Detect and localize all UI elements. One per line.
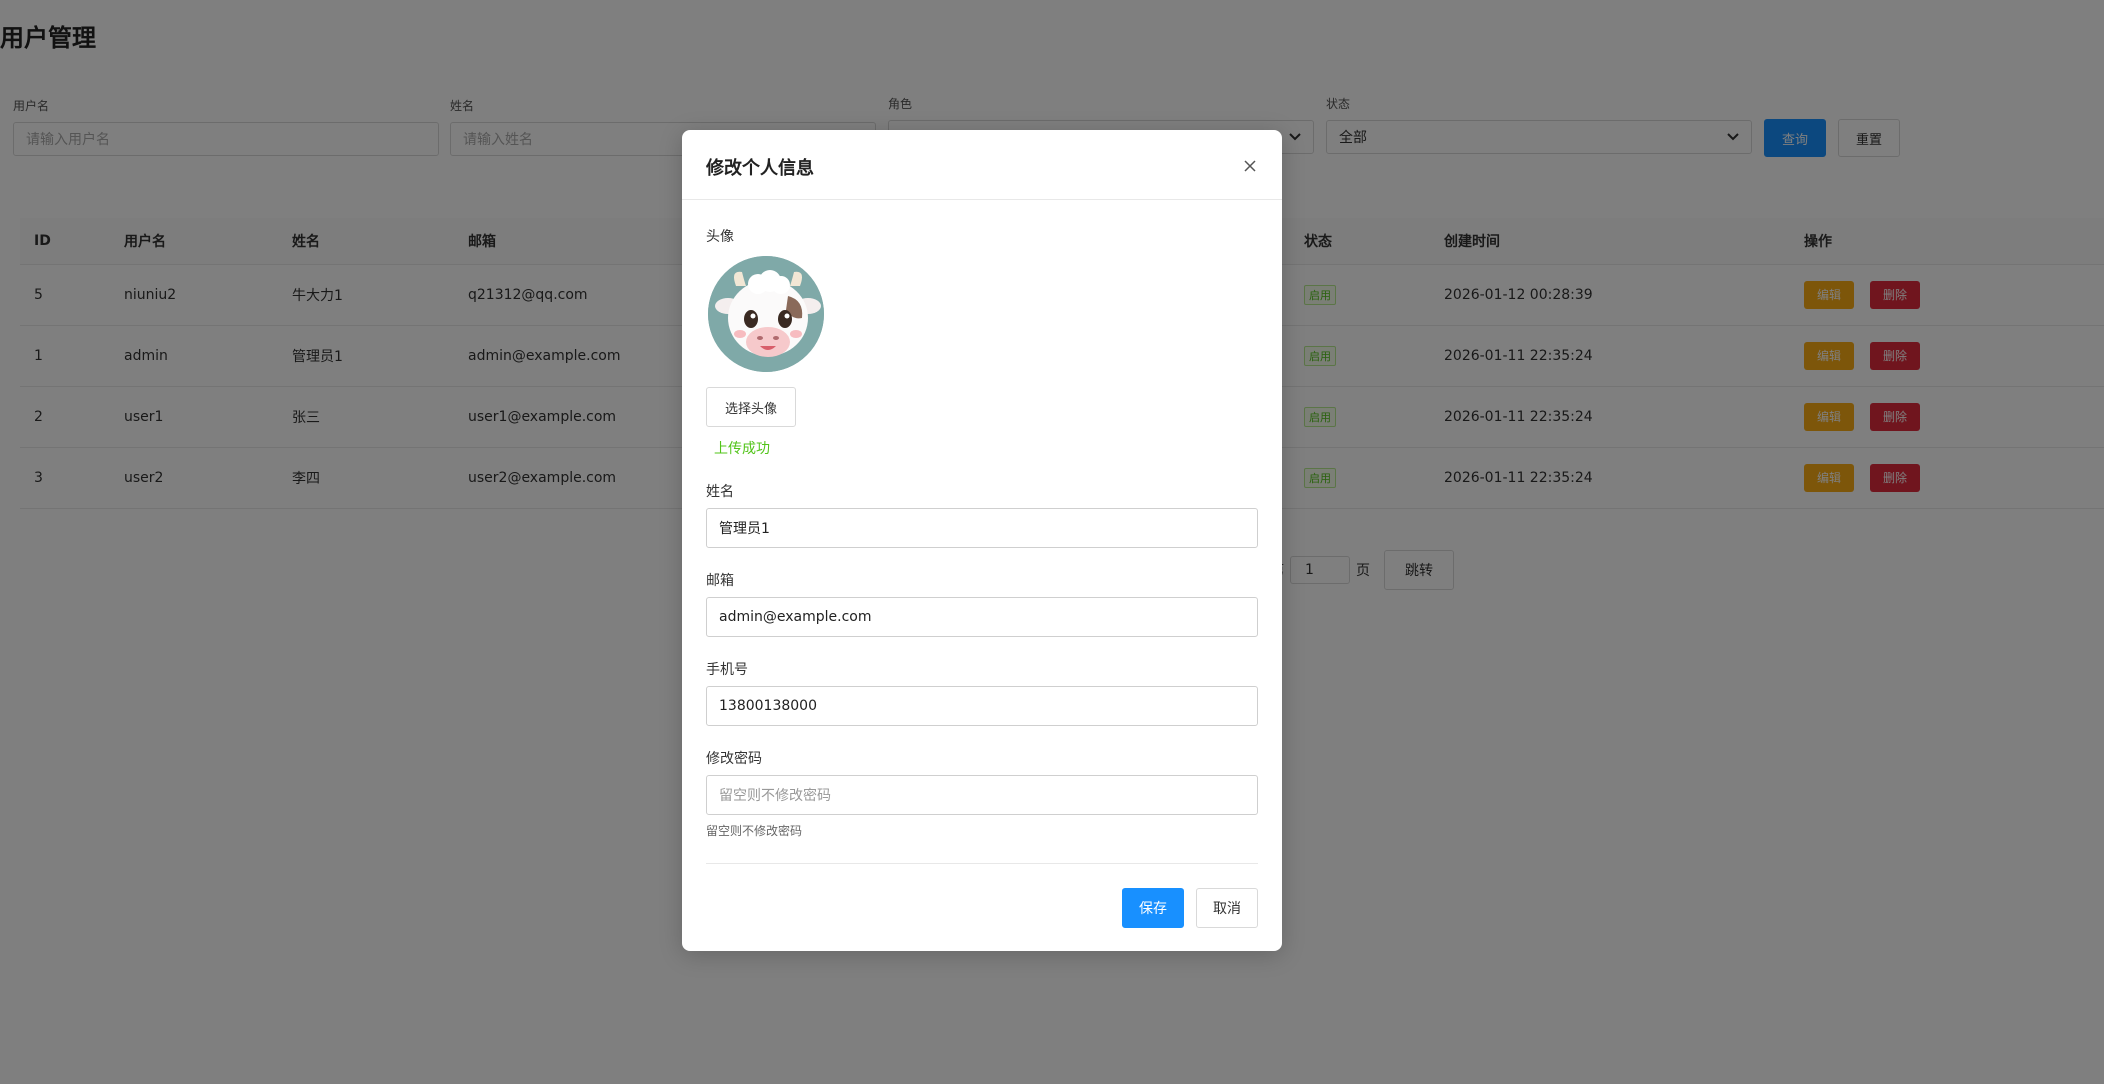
- edit-profile-modal: 修改个人信息 头像 选择头像 上传成功 姓名 管理员1 邮箱 admin@exa…: [682, 130, 1282, 951]
- phone-label: 手机号: [706, 662, 748, 678]
- password-field[interactable]: 留空则不修改密码: [706, 775, 1258, 815]
- password-label: 修改密码: [706, 751, 762, 767]
- modal-divider: [706, 863, 1258, 864]
- password-hint: 留空则不修改密码: [706, 824, 803, 838]
- choose-avatar-button[interactable]: 选择头像: [706, 387, 796, 427]
- name-field[interactable]: 管理员1: [706, 508, 1258, 548]
- email-label: 邮箱: [706, 573, 734, 589]
- modal-header: 修改个人信息: [682, 130, 1282, 200]
- name-label: 姓名: [706, 484, 734, 500]
- upload-status: 上传成功: [714, 441, 770, 457]
- phone-field[interactable]: 13800138000: [706, 686, 1258, 726]
- save-button[interactable]: 保存: [1122, 888, 1184, 928]
- email-field[interactable]: admin@example.com: [706, 597, 1258, 637]
- cancel-button[interactable]: 取消: [1196, 888, 1258, 928]
- avatar: [706, 254, 826, 374]
- modal-title: 修改个人信息: [706, 158, 814, 179]
- cow-avatar-icon: [708, 256, 824, 372]
- avatar-label: 头像: [706, 229, 734, 245]
- close-icon[interactable]: [1242, 158, 1258, 174]
